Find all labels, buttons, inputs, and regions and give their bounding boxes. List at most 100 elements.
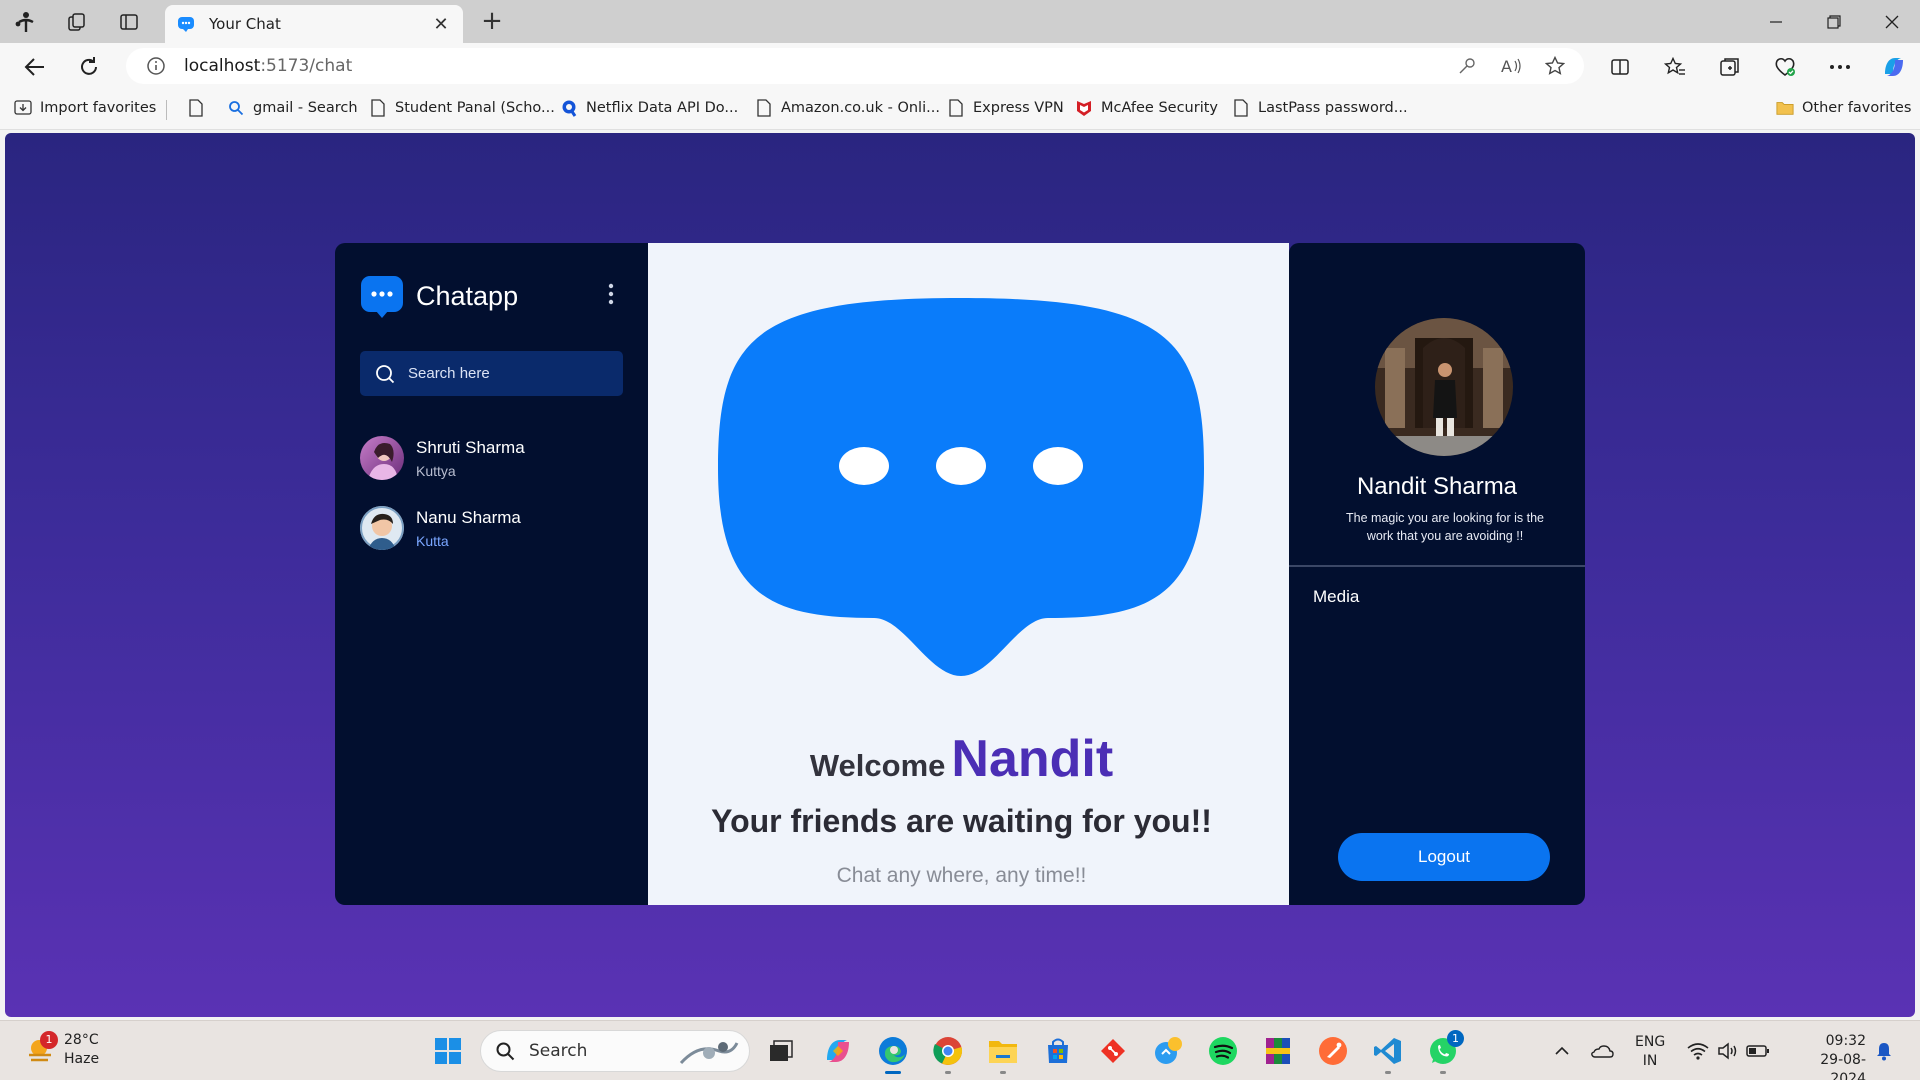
browser-tab-bar: Your Chat ✕ +: [0, 0, 1920, 43]
fav-amazon[interactable]: Amazon.co.uk - Onli...: [755, 99, 940, 117]
profile-bio: The magic you are looking for is the wor…: [1345, 511, 1545, 543]
fav-gmail-search[interactable]: gmail - Search: [227, 99, 358, 117]
weather-condition: Haze: [64, 1051, 100, 1067]
minimize-icon[interactable]: [1756, 8, 1796, 36]
vscode-icon[interactable]: [1371, 1034, 1405, 1074]
restore-icon[interactable]: [1814, 8, 1854, 36]
more-menu-icon[interactable]: [1826, 53, 1854, 81]
avatar: [360, 436, 404, 480]
page-viewport: Chatapp Search here Shruti Sharma Kuttya…: [5, 133, 1915, 1017]
wifi-icon[interactable]: [1686, 1039, 1710, 1063]
refresh-icon[interactable]: [73, 52, 105, 82]
close-window-icon[interactable]: [1872, 8, 1912, 36]
sidebar: Chatapp Search here Shruti Sharma Kuttya…: [335, 243, 648, 905]
spotify-icon[interactable]: [1206, 1034, 1240, 1068]
favorites-divider: [166, 100, 167, 120]
show-hidden-icons-chevron-up-icon[interactable]: [1550, 1039, 1574, 1063]
browser-profile-icon[interactable]: [12, 8, 40, 36]
url-path: :5173/chat: [260, 56, 353, 76]
fav-label: Express VPN: [973, 100, 1064, 116]
winrar-icon[interactable]: [1261, 1034, 1295, 1068]
favorites-bar: Import favorites gmail - Search Student …: [0, 90, 1920, 130]
search-box: [360, 351, 623, 396]
contact-item[interactable]: Shruti Sharma Kuttya: [360, 435, 623, 481]
fav-label: Other favorites: [1802, 100, 1912, 116]
fav-mcafee[interactable]: McAfee Security: [1075, 99, 1218, 117]
whatsapp-icon[interactable]: 1: [1426, 1030, 1464, 1074]
tab-your-chat[interactable]: Your Chat ✕: [165, 5, 463, 43]
panel-gap: [1275, 243, 1289, 905]
workspaces-icon[interactable]: [63, 8, 91, 36]
fav-label: McAfee Security: [1101, 100, 1218, 116]
active-indicator: [885, 1071, 901, 1074]
git-icon[interactable]: [1096, 1034, 1130, 1068]
task-view-icon[interactable]: [764, 1034, 798, 1068]
file-explorer-icon[interactable]: [986, 1034, 1020, 1074]
page-icon: [369, 99, 387, 117]
microsoft-store-icon[interactable]: [1041, 1034, 1075, 1068]
fav-other-favorites[interactable]: Other favorites: [1776, 99, 1911, 117]
notification-bell-icon[interactable]: [1872, 1039, 1896, 1063]
search-icon: [496, 1042, 515, 1061]
kebab-menu-icon[interactable]: [607, 283, 615, 305]
profile-avatar: [1375, 318, 1513, 456]
chat-bubble-illustration: [718, 298, 1204, 676]
whatsapp-badge: 1: [1447, 1030, 1464, 1047]
brand-name: Chatapp: [416, 281, 519, 311]
contact-item[interactable]: Nanu Sharma Kutta: [360, 505, 623, 551]
fav-label: Amazon.co.uk - Onli...: [781, 100, 940, 116]
fav-page[interactable]: [187, 99, 205, 117]
postman-icon[interactable]: [1316, 1034, 1350, 1068]
welcome-user-name: Nandit: [951, 730, 1114, 788]
fav-student-panal[interactable]: Student Panal (Scho...: [369, 99, 555, 117]
profile-panel: Nandit Sharma The magic you are looking …: [1289, 243, 1585, 905]
fav-express-vpn[interactable]: Express VPN: [947, 99, 1064, 117]
search-icon: [376, 364, 395, 383]
favorite-star-icon[interactable]: [1544, 55, 1566, 77]
volume-icon[interactable]: [1716, 1039, 1740, 1063]
weather-alert-badge: 1: [40, 1031, 58, 1049]
region-code: IN: [1642, 1053, 1658, 1069]
read-aloud-icon[interactable]: A: [1500, 55, 1522, 77]
split-screen-icon[interactable]: [1606, 53, 1634, 81]
address-bar-row: localhost:5173/chat A: [0, 43, 1920, 90]
password-key-icon[interactable]: [1456, 55, 1478, 77]
edge-browser-icon[interactable]: [876, 1034, 910, 1074]
chrome-icon[interactable]: [931, 1034, 965, 1074]
logout-button[interactable]: Logout: [1338, 833, 1550, 881]
search-icon: [227, 99, 245, 117]
battery-icon[interactable]: [1746, 1039, 1770, 1063]
fav-lastpass[interactable]: LastPass password...: [1232, 99, 1408, 117]
fav-import-favorites[interactable]: Import favorites: [14, 99, 156, 117]
site-info-icon[interactable]: [146, 56, 166, 76]
page-icon: [947, 99, 965, 117]
contact-name: Nanu Sharma: [416, 507, 521, 527]
tips-app-icon[interactable]: [1151, 1034, 1185, 1068]
collections-icon[interactable]: [1716, 53, 1744, 81]
running-indicator: [945, 1071, 951, 1074]
new-tab-icon[interactable]: +: [478, 8, 506, 36]
browser-essentials-icon[interactable]: [1771, 53, 1799, 81]
vertical-tabs-icon[interactable]: [115, 8, 143, 36]
contact-name: Shruti Sharma: [416, 437, 525, 457]
welcome-tagline: Chat any where, any time!!: [836, 864, 1087, 887]
input-language[interactable]: ENG IN: [1635, 1033, 1665, 1071]
taskbar-search[interactable]: Search: [480, 1030, 750, 1072]
copilot-app-icon[interactable]: [821, 1034, 855, 1068]
clock-date: 29-08-2024: [1820, 1052, 1866, 1080]
back-arrow-icon[interactable]: [19, 52, 51, 82]
onedrive-cloud-icon[interactable]: [1590, 1039, 1614, 1063]
tab-close-icon[interactable]: ✕: [431, 14, 451, 35]
search-input[interactable]: [408, 365, 608, 382]
mcafee-icon: [1075, 99, 1093, 117]
favorites-icon[interactable]: [1661, 53, 1689, 81]
url-field[interactable]: localhost:5173/chat A: [126, 48, 1584, 84]
weather-widget[interactable]: 1 28°C Haze: [26, 1031, 99, 1069]
welcome-greeting: Welcome: [809, 748, 946, 783]
copilot-icon[interactable]: [1880, 53, 1908, 81]
taskbar-search-label: Search: [529, 1041, 588, 1061]
start-button[interactable]: [431, 1034, 465, 1068]
profile-divider: [1289, 565, 1585, 567]
system-clock[interactable]: 09:32 29-08-2024: [1786, 1032, 1866, 1080]
fav-netflix-data-api[interactable]: Netflix Data API Do...: [560, 99, 738, 117]
